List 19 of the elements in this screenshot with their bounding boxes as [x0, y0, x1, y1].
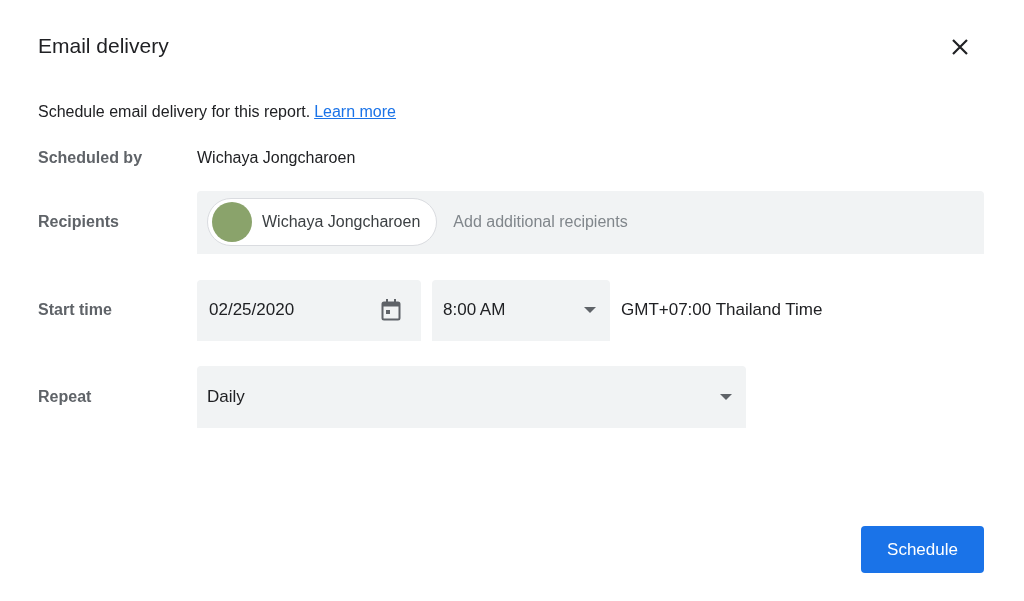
- schedule-button[interactable]: Schedule: [861, 526, 984, 573]
- description-text: Schedule email delivery for this report.: [38, 101, 311, 122]
- field-label: Recipients: [38, 212, 120, 232]
- time-dropdown[interactable]: 8:00 AM: [432, 279, 610, 341]
- field-value: Wichaya Jongcharoen: [197, 147, 356, 168]
- timezone-text: GMT+07:00 Thailand Time: [621, 299, 823, 322]
- learn-more-link[interactable]: Learn more: [314, 99, 396, 124]
- caret-icon: [720, 393, 732, 400]
- field-label: Scheduled by: [38, 147, 144, 168]
- recipients-field[interactable]: Wichaya Jongcharoen Add additional recipients: [197, 190, 984, 254]
- avatar-icon: [212, 202, 252, 242]
- dialog-title: Email delivery: [38, 33, 169, 59]
- repeat-dropdown[interactable]: Daily: [197, 365, 746, 428]
- field-label: Repeat: [38, 386, 93, 407]
- field-label: Start time: [38, 300, 113, 320]
- date-field[interactable]: 02/25/2020: [197, 279, 421, 341]
- caret-icon: [584, 307, 596, 313]
- calendar-icon[interactable]: [381, 299, 401, 321]
- recipient-chip[interactable]: Wichaya Jongcharoen: [207, 198, 438, 246]
